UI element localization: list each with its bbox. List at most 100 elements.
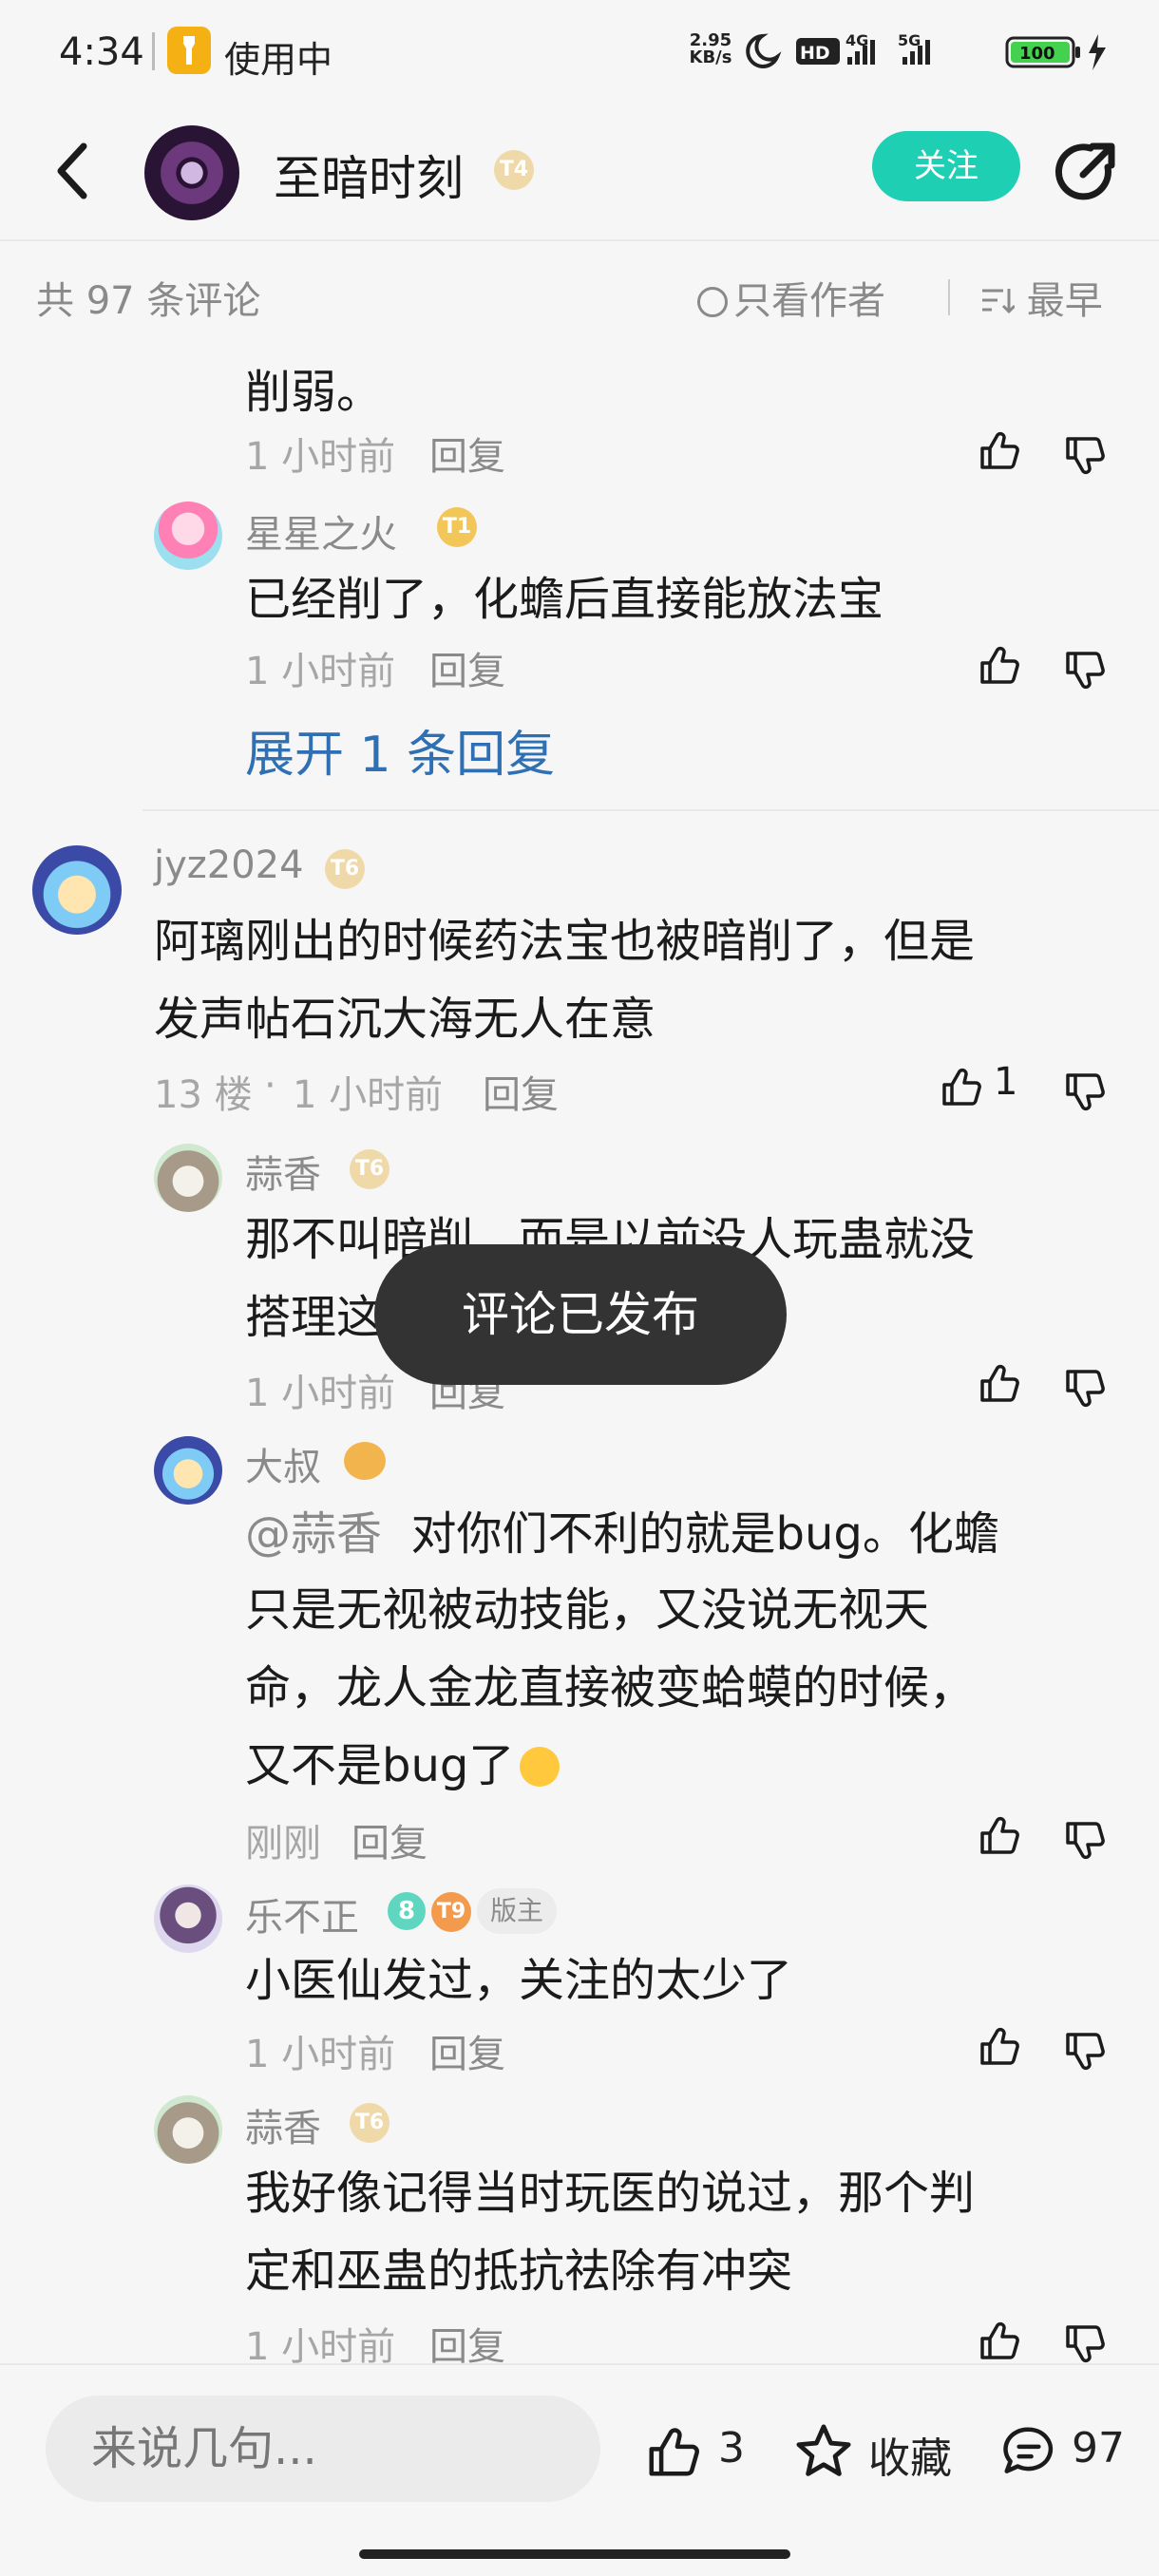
subheader-divider bbox=[948, 279, 950, 315]
net-speed-unit: KB/s bbox=[689, 47, 732, 67]
comment-floor: 13 楼 bbox=[154, 1073, 253, 1117]
hd-label: HD bbox=[800, 43, 830, 64]
thumb-up-icon[interactable] bbox=[642, 2422, 705, 2481]
thumb-down-icon[interactable] bbox=[1062, 433, 1108, 479]
thumb-up-icon[interactable] bbox=[939, 1064, 984, 1109]
thumb-down-icon[interactable] bbox=[1062, 1818, 1108, 1864]
emoji-badge-icon bbox=[344, 1442, 386, 1480]
reply-time: 1 小时前 bbox=[245, 650, 396, 693]
avatar[interactable] bbox=[154, 502, 222, 570]
thumb-down-icon[interactable] bbox=[1062, 648, 1108, 693]
grin-emoji-icon bbox=[520, 1747, 560, 1787]
net-5g-label: 5G bbox=[898, 31, 921, 49]
only-author-radio[interactable] bbox=[697, 287, 728, 317]
status-time: 4:34 bbox=[59, 30, 144, 74]
thumb-down-icon[interactable] bbox=[1062, 1070, 1108, 1115]
toast-message: 评论已发布 bbox=[374, 1244, 787, 1385]
reply-text-line: @蒜香 对你们不利的就是bug。化蟾 bbox=[245, 1495, 999, 1573]
share-icon[interactable] bbox=[1053, 139, 1119, 205]
thumb-down-icon[interactable] bbox=[1062, 2321, 1108, 2367]
avatar[interactable] bbox=[32, 845, 122, 935]
status-icons: HD 4G 5G 100 bbox=[746, 31, 1106, 70]
reply-time: 刚刚 bbox=[245, 1822, 321, 1866]
reply-username[interactable]: 蒜香 bbox=[245, 2097, 321, 2152]
thumb-down-icon[interactable] bbox=[1062, 1366, 1108, 1411]
net-speed: 2.95 KB/s bbox=[682, 32, 739, 66]
thumb-up-icon[interactable] bbox=[977, 2318, 1022, 2363]
forum-level-badge: T4 bbox=[494, 150, 534, 190]
avatar[interactable] bbox=[154, 2095, 222, 2164]
avatar[interactable] bbox=[154, 1144, 222, 1212]
thumb-up-icon[interactable] bbox=[977, 1812, 1022, 1858]
thumb-up-icon[interactable] bbox=[977, 2023, 1022, 2069]
bottom-action-bar: 来说几句... 3 收藏 97 bbox=[0, 2363, 1159, 2576]
reply-text-line: 我好像记得当时玩医的说过，那个判 bbox=[245, 2167, 976, 2220]
favorite-label[interactable]: 收藏 bbox=[868, 2424, 952, 2485]
sort-button[interactable]: 最早 bbox=[980, 270, 1103, 325]
post-like-count: 3 bbox=[718, 2424, 745, 2472]
battery-icon: 100 bbox=[1005, 36, 1080, 68]
mention-link[interactable]: @蒜香 bbox=[245, 1507, 382, 1561]
only-author-toggle[interactable]: 只看作者 bbox=[697, 270, 885, 325]
thumb-up-icon[interactable] bbox=[977, 427, 1022, 473]
forum-avatar[interactable] bbox=[144, 125, 239, 220]
user-level-badge: T6 bbox=[350, 2103, 390, 2143]
comment-text-line: 发声帖石沉大海无人在意 bbox=[154, 993, 656, 1046]
expand-replies-link[interactable]: 展开 1 条回复 bbox=[245, 714, 555, 786]
comments-subheader: 共 97 条评论 只看作者 最早 bbox=[0, 239, 1159, 334]
back-icon[interactable] bbox=[46, 133, 103, 209]
comment-count: 97 bbox=[1072, 2424, 1125, 2472]
reply-text-line: 定和巫蛊的抵抗祛除有冲突 bbox=[245, 2245, 793, 2298]
follow-button[interactable]: 关注 bbox=[872, 131, 1020, 201]
status-bar: 4:34 使用中 2.95 KB/s HD 4G 5G 100 bbox=[0, 0, 1159, 104]
avatar[interactable] bbox=[154, 1885, 222, 1953]
reply-button[interactable]: 回复 bbox=[429, 426, 505, 481]
user-level-badge: T6 bbox=[325, 849, 365, 889]
comment-tail-text: 削弱。 bbox=[245, 366, 383, 419]
status-divider bbox=[152, 32, 155, 70]
like-count: 1 bbox=[994, 1060, 1018, 1104]
reply-button[interactable]: 回复 bbox=[352, 1812, 428, 1867]
forum-name[interactable]: 至暗时刻 bbox=[274, 141, 464, 209]
vip-badge: 8 bbox=[388, 1892, 426, 1930]
comment-username[interactable]: jyz2024 bbox=[154, 843, 304, 887]
thumb-down-icon[interactable] bbox=[1062, 2029, 1108, 2074]
forum-header: 至暗时刻 T4 关注 bbox=[0, 104, 1159, 237]
reply-text: 又不是bug了 bbox=[245, 1739, 515, 1792]
home-indicator[interactable] bbox=[359, 2549, 790, 2559]
total-comments: 共 97 条评论 bbox=[36, 279, 261, 323]
reply-time: 1 小时前 bbox=[245, 2033, 396, 2076]
reply-text: 对你们不利的就是bug。化蟾 bbox=[410, 1507, 999, 1561]
thread-divider bbox=[142, 809, 1159, 811]
comment-time: 1 小时前 bbox=[245, 435, 396, 479]
moderator-badge: 版主 bbox=[477, 1888, 558, 1934]
comment-icon[interactable] bbox=[998, 2422, 1060, 2481]
reply-username[interactable]: 大叔 bbox=[245, 1436, 321, 1491]
flashlight-icon bbox=[167, 27, 211, 74]
reply-text-line: 命，龙人金龙直接被变蛤蟆的时候， bbox=[245, 1661, 976, 1714]
comment-input[interactable]: 来说几句... bbox=[46, 2396, 600, 2502]
reply-text: 已经削了，化蟾后直接能放法宝 bbox=[245, 573, 884, 626]
reply-text: 小医仙发过，关注的太少了 bbox=[245, 1954, 793, 2007]
moon-icon bbox=[746, 33, 782, 68]
reply-button[interactable]: 回复 bbox=[483, 1064, 559, 1119]
thumb-up-icon[interactable] bbox=[977, 1360, 1022, 1406]
meta-separator: · bbox=[264, 1064, 276, 1108]
reply-username[interactable]: 乐不正 bbox=[245, 1886, 359, 1941]
thumb-up-icon[interactable] bbox=[977, 642, 1022, 688]
comment-text-line: 阿璃刚出的时候药法宝也被暗削了，但是 bbox=[154, 915, 976, 968]
reply-time: 1 小时前 bbox=[245, 1372, 396, 1415]
reply-text-line: 只是无视被动技能，又没说无视天 bbox=[245, 1583, 930, 1637]
battery-level: 100 bbox=[1019, 44, 1055, 64]
star-icon[interactable] bbox=[792, 2420, 855, 2483]
reply-username[interactable]: 星星之火 bbox=[245, 503, 397, 559]
reply-button[interactable]: 回复 bbox=[429, 2023, 505, 2078]
comment-time: 1 小时前 bbox=[293, 1073, 444, 1117]
reply-text-line: 又不是bug了 bbox=[245, 1727, 560, 1805]
reply-button[interactable]: 回复 bbox=[429, 640, 505, 695]
user-level-badge: T9 bbox=[431, 1892, 471, 1932]
reply-username[interactable]: 蒜香 bbox=[245, 1144, 321, 1199]
avatar[interactable] bbox=[154, 1436, 222, 1505]
user-level-badge: T1 bbox=[437, 507, 477, 547]
charging-icon bbox=[1089, 34, 1106, 70]
